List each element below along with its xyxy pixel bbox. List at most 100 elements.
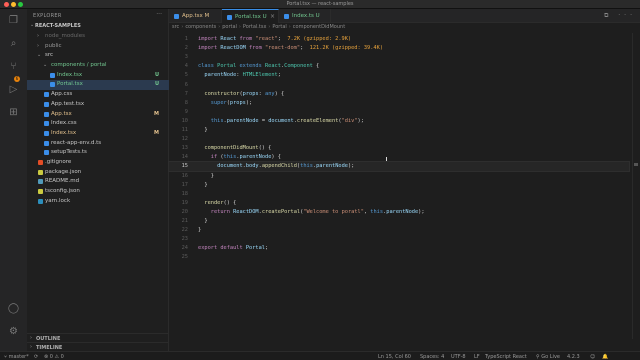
problems-indicator[interactable]: ⊗ 0 ⚠ 0 bbox=[44, 354, 64, 360]
code-token: if bbox=[198, 154, 221, 161]
breadcrumb-item[interactable]: src bbox=[172, 24, 179, 33]
code-token: any bbox=[265, 90, 275, 97]
code-line[interactable]: 9 bbox=[169, 108, 629, 117]
code-line[interactable]: 10 this.parentNode = document.createElem… bbox=[169, 117, 629, 126]
line-ending[interactable]: LF bbox=[474, 354, 480, 360]
code-line[interactable]: 12 bbox=[169, 135, 629, 144]
tree-file[interactable]: tsconfig.json bbox=[27, 187, 169, 197]
tree-file[interactable]: Index.css bbox=[27, 119, 169, 129]
code-line[interactable]: 14 if (this.parentNode) { bbox=[169, 153, 629, 162]
code-line[interactable]: 23 bbox=[169, 235, 629, 244]
tree-file[interactable]: yarn.lock bbox=[27, 197, 169, 207]
branch-indicator[interactable]: ⑂ master* bbox=[4, 354, 29, 360]
tree-file[interactable]: Index.tsx M bbox=[27, 129, 169, 139]
code-text: import React from "react"; 7.2K (gzipped… bbox=[198, 36, 351, 42]
encoding[interactable]: UTF-8 bbox=[451, 354, 466, 360]
code-line[interactable]: 1 import React from "react"; 7.2K (gzippe… bbox=[169, 35, 629, 44]
code-text: parentNode: HTMLElement; bbox=[198, 72, 281, 78]
code-line[interactable]: 3 bbox=[169, 53, 629, 62]
go-live-button[interactable]: ⚲ Go Live bbox=[536, 354, 560, 360]
code-line[interactable]: 4 class Portal extends React.Component { bbox=[169, 62, 629, 71]
timeline-panel-header[interactable]: › TIMELINE bbox=[27, 342, 169, 351]
tree-file[interactable]: App.test.tsx bbox=[27, 100, 169, 110]
code-editor[interactable]: I 1import React from "react"; 7.2K (gzip… bbox=[168, 33, 640, 339]
code-line[interactable]: 16 } bbox=[169, 172, 629, 181]
code-token: "react-dom" bbox=[264, 45, 301, 52]
code-line[interactable]: 15 document.body.appendChild(this.parent… bbox=[168, 161, 630, 173]
file-type-icon bbox=[44, 111, 49, 117]
code-line[interactable]: 22} bbox=[169, 226, 629, 235]
search-icon[interactable]: ⌕ bbox=[7, 37, 20, 50]
breadcrumb-item[interactable]: Portal.tsx bbox=[243, 24, 266, 33]
editor-actions[interactable]: ⧉ ··· bbox=[604, 12, 636, 20]
code-text: } bbox=[198, 173, 214, 179]
editor-scrollbar[interactable] bbox=[632, 33, 638, 339]
sync-icon[interactable]: ⟳ bbox=[34, 354, 38, 360]
close-tab-icon[interactable]: × bbox=[270, 13, 275, 20]
tree-file[interactable]: setupTests.ts bbox=[27, 148, 169, 158]
source-control-icon[interactable]: ⑂ bbox=[7, 60, 20, 73]
code-line[interactable]: 13 componentDidMount() { bbox=[169, 144, 629, 153]
tree-file[interactable]: .gitignore bbox=[27, 158, 169, 168]
code-line[interactable]: 2 import ReactDOM from "react-dom"; 121.2… bbox=[169, 44, 629, 53]
tree-item-label: package.json bbox=[45, 168, 82, 175]
breadcrumb-item[interactable]: Portal bbox=[272, 24, 286, 33]
tree-folder[interactable]: ⌄ src bbox=[27, 51, 169, 61]
tree-folder[interactable]: › public bbox=[27, 42, 169, 52]
code-line[interactable]: 17 } bbox=[169, 181, 629, 190]
run-debug-icon[interactable]: ▷ bbox=[7, 83, 20, 96]
tree-file[interactable]: package.json bbox=[27, 168, 169, 178]
code-token: props bbox=[229, 99, 246, 106]
line-number: 25 bbox=[181, 254, 188, 261]
typescript-version[interactable]: 4.2.3 bbox=[567, 354, 580, 360]
cursor-position[interactable]: Ln 15, Col 60 bbox=[378, 354, 411, 360]
more-actions-icon[interactable]: ··· bbox=[156, 11, 162, 18]
code-line[interactable]: 20 return ReactDOM.createPortal("Welcome… bbox=[169, 208, 629, 217]
editor-tab[interactable]: Index.ts U bbox=[279, 9, 331, 23]
file-tree: › node_modules › public ⌄ src ⌄ components / po… bbox=[27, 32, 169, 206]
code-line[interactable]: 25 bbox=[169, 253, 629, 262]
breadcrumb-item[interactable]: componentDidMount bbox=[293, 24, 345, 33]
code-line[interactable]: 7 constructor(props: any) { bbox=[169, 90, 629, 99]
breadcrumb-item[interactable]: portal bbox=[222, 24, 237, 33]
extensions-icon[interactable]: ⊞ bbox=[7, 106, 20, 119]
files-icon[interactable]: ❐ bbox=[7, 14, 20, 27]
line-number: 17 bbox=[181, 181, 188, 188]
breadcrumb-item[interactable]: components bbox=[185, 24, 216, 33]
code-line[interactable]: 24 export default Portal; bbox=[169, 244, 629, 253]
tree-file[interactable]: Portal.tsx U bbox=[27, 80, 169, 91]
notifications-bell-icon[interactable]: 🔔 bbox=[602, 354, 608, 360]
tree-file[interactable]: Index.tsx U bbox=[27, 71, 169, 81]
code-line[interactable]: 11 } bbox=[169, 126, 629, 135]
code-token: document bbox=[198, 163, 243, 170]
indentation[interactable]: Spaces: 4 bbox=[420, 354, 444, 360]
tree-item-label: node_modules bbox=[45, 33, 85, 39]
settings-gear-icon[interactable]: ⚙ bbox=[7, 325, 20, 338]
tree-file[interactable]: App.css bbox=[27, 90, 169, 100]
tree-item-label: src bbox=[45, 52, 54, 59]
tree-file[interactable]: react-app-env.d.ts bbox=[27, 139, 169, 149]
editor-tab[interactable]: App.tsx M bbox=[169, 9, 222, 23]
tree-folder[interactable]: ⌄ components / portal bbox=[27, 61, 169, 71]
code-line[interactable]: 6 bbox=[169, 81, 629, 90]
code-line[interactable]: 5 parentNode: HTMLElement; bbox=[169, 71, 629, 80]
code-text: export default Portal; bbox=[198, 245, 268, 251]
accounts-icon[interactable]: ◯ bbox=[7, 302, 20, 315]
outline-panel-header[interactable]: › OUTLINE bbox=[27, 333, 169, 342]
code-line[interactable]: 19 render() { bbox=[169, 199, 629, 208]
chevron-down-icon: ⌄ bbox=[37, 52, 42, 59]
code-line[interactable]: 18 bbox=[169, 190, 629, 199]
tree-file[interactable]: App.tsx M bbox=[27, 110, 169, 120]
tree-folder[interactable]: › node_modules bbox=[27, 32, 169, 42]
code-line[interactable]: 8 super(props); bbox=[169, 99, 629, 108]
project-header[interactable]: ⌄ REACT-SAMPLES bbox=[27, 22, 169, 30]
feedback-icon[interactable]: ☺ bbox=[590, 354, 595, 360]
code-text: componentDidMount() { bbox=[198, 145, 271, 151]
line-number: 1 bbox=[184, 36, 188, 42]
code-token: this bbox=[370, 208, 384, 215]
code-line[interactable]: 21 } bbox=[169, 217, 629, 226]
editor-tab[interactable]: Portal.tsx U × bbox=[222, 9, 279, 23]
tree-file[interactable]: README.md bbox=[27, 177, 169, 187]
language-mode[interactable]: TypeScript React bbox=[485, 354, 527, 360]
code-token: () { bbox=[258, 145, 272, 152]
